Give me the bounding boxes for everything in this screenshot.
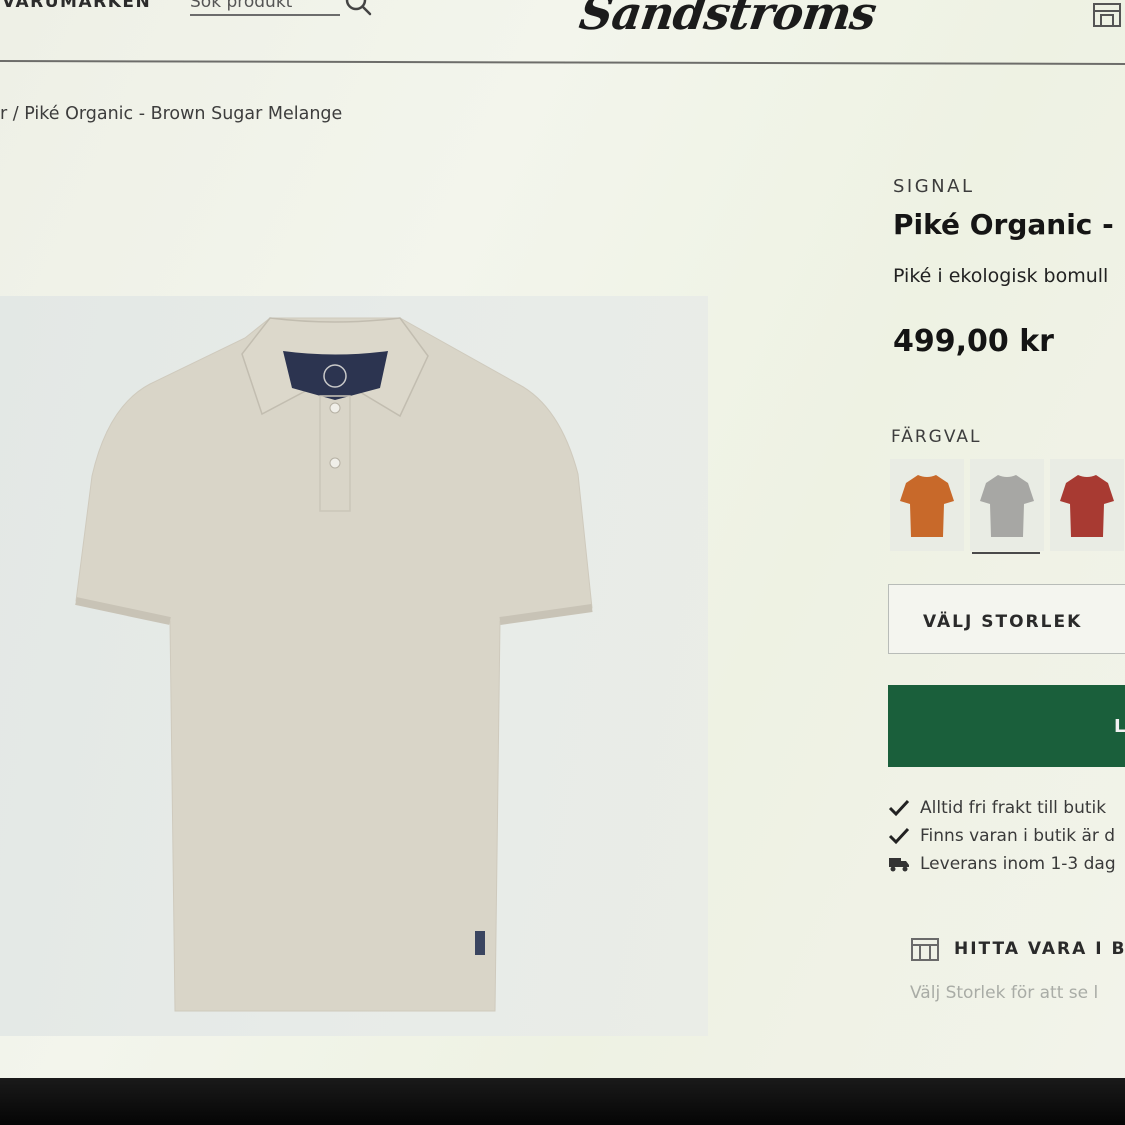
breadcrumb: r / Piké Organic - Brown Sugar Melange: [0, 104, 342, 124]
usp-in-store: Finns varan i butik är d: [888, 826, 1115, 846]
header-divider: [0, 60, 1125, 65]
breadcrumb-trail[interactable]: r / Piké Organic - Brown Sugar Melange: [0, 104, 342, 124]
color-selector-label: FÄRGVAL: [891, 427, 982, 447]
find-in-store-hint: Välj Storlek för att se l: [910, 983, 1099, 1003]
add-to-cart-button[interactable]: L: [888, 685, 1125, 767]
polo-shirt-icon: [980, 475, 1034, 537]
product-price: 499,00 kr: [893, 324, 1054, 359]
polo-shirt-icon: [1060, 475, 1114, 537]
check-icon: [888, 827, 910, 845]
browser-screen: VARUMÄRKEN Sök produkt Sandstroms r / Pi…: [0, 0, 1125, 1078]
usp-text: Finns varan i butik är d: [920, 826, 1116, 846]
product-subtitle: Piké i ekologisk bomull: [893, 265, 1109, 287]
monitor-bezel: [0, 1078, 1125, 1125]
selected-swatch-indicator: [972, 552, 1040, 554]
search-input[interactable]: Sök produkt: [190, 0, 340, 16]
search-icon[interactable]: [342, 0, 374, 20]
polo-shirt-icon: [900, 475, 954, 537]
product-brand[interactable]: SIGNAL: [893, 176, 975, 197]
store-icon: [911, 938, 939, 961]
product-image[interactable]: [0, 296, 708, 1036]
size-select[interactable]: VÄLJ STORLEK: [888, 584, 1125, 654]
site-logo[interactable]: Sandstroms: [576, 0, 879, 40]
product-title: Piké Organic - B: [893, 208, 1125, 241]
usp-free-shipping: Alltid fri frakt till butik: [888, 798, 1106, 818]
usp-text: Leverans inom 1-3 dag: [920, 854, 1116, 874]
usp-delivery: Leverans inom 1-3 dag: [888, 854, 1116, 874]
usp-text: Alltid fri frakt till butik: [920, 798, 1107, 818]
find-in-store-label: HITTA VARA I BU: [954, 939, 1125, 959]
nav-brands-link[interactable]: VARUMÄRKEN: [2, 0, 151, 12]
check-icon: [888, 799, 910, 817]
color-swatch-grey[interactable]: [970, 459, 1044, 551]
store-icon[interactable]: [1091, 0, 1123, 28]
find-in-store-button[interactable]: HITTA VARA I BU: [910, 936, 1125, 962]
color-swatch-orange[interactable]: [890, 459, 964, 551]
polo-shirt-icon: [75, 317, 593, 1012]
color-swatch-red[interactable]: [1050, 459, 1124, 551]
truck-icon: [889, 858, 909, 872]
